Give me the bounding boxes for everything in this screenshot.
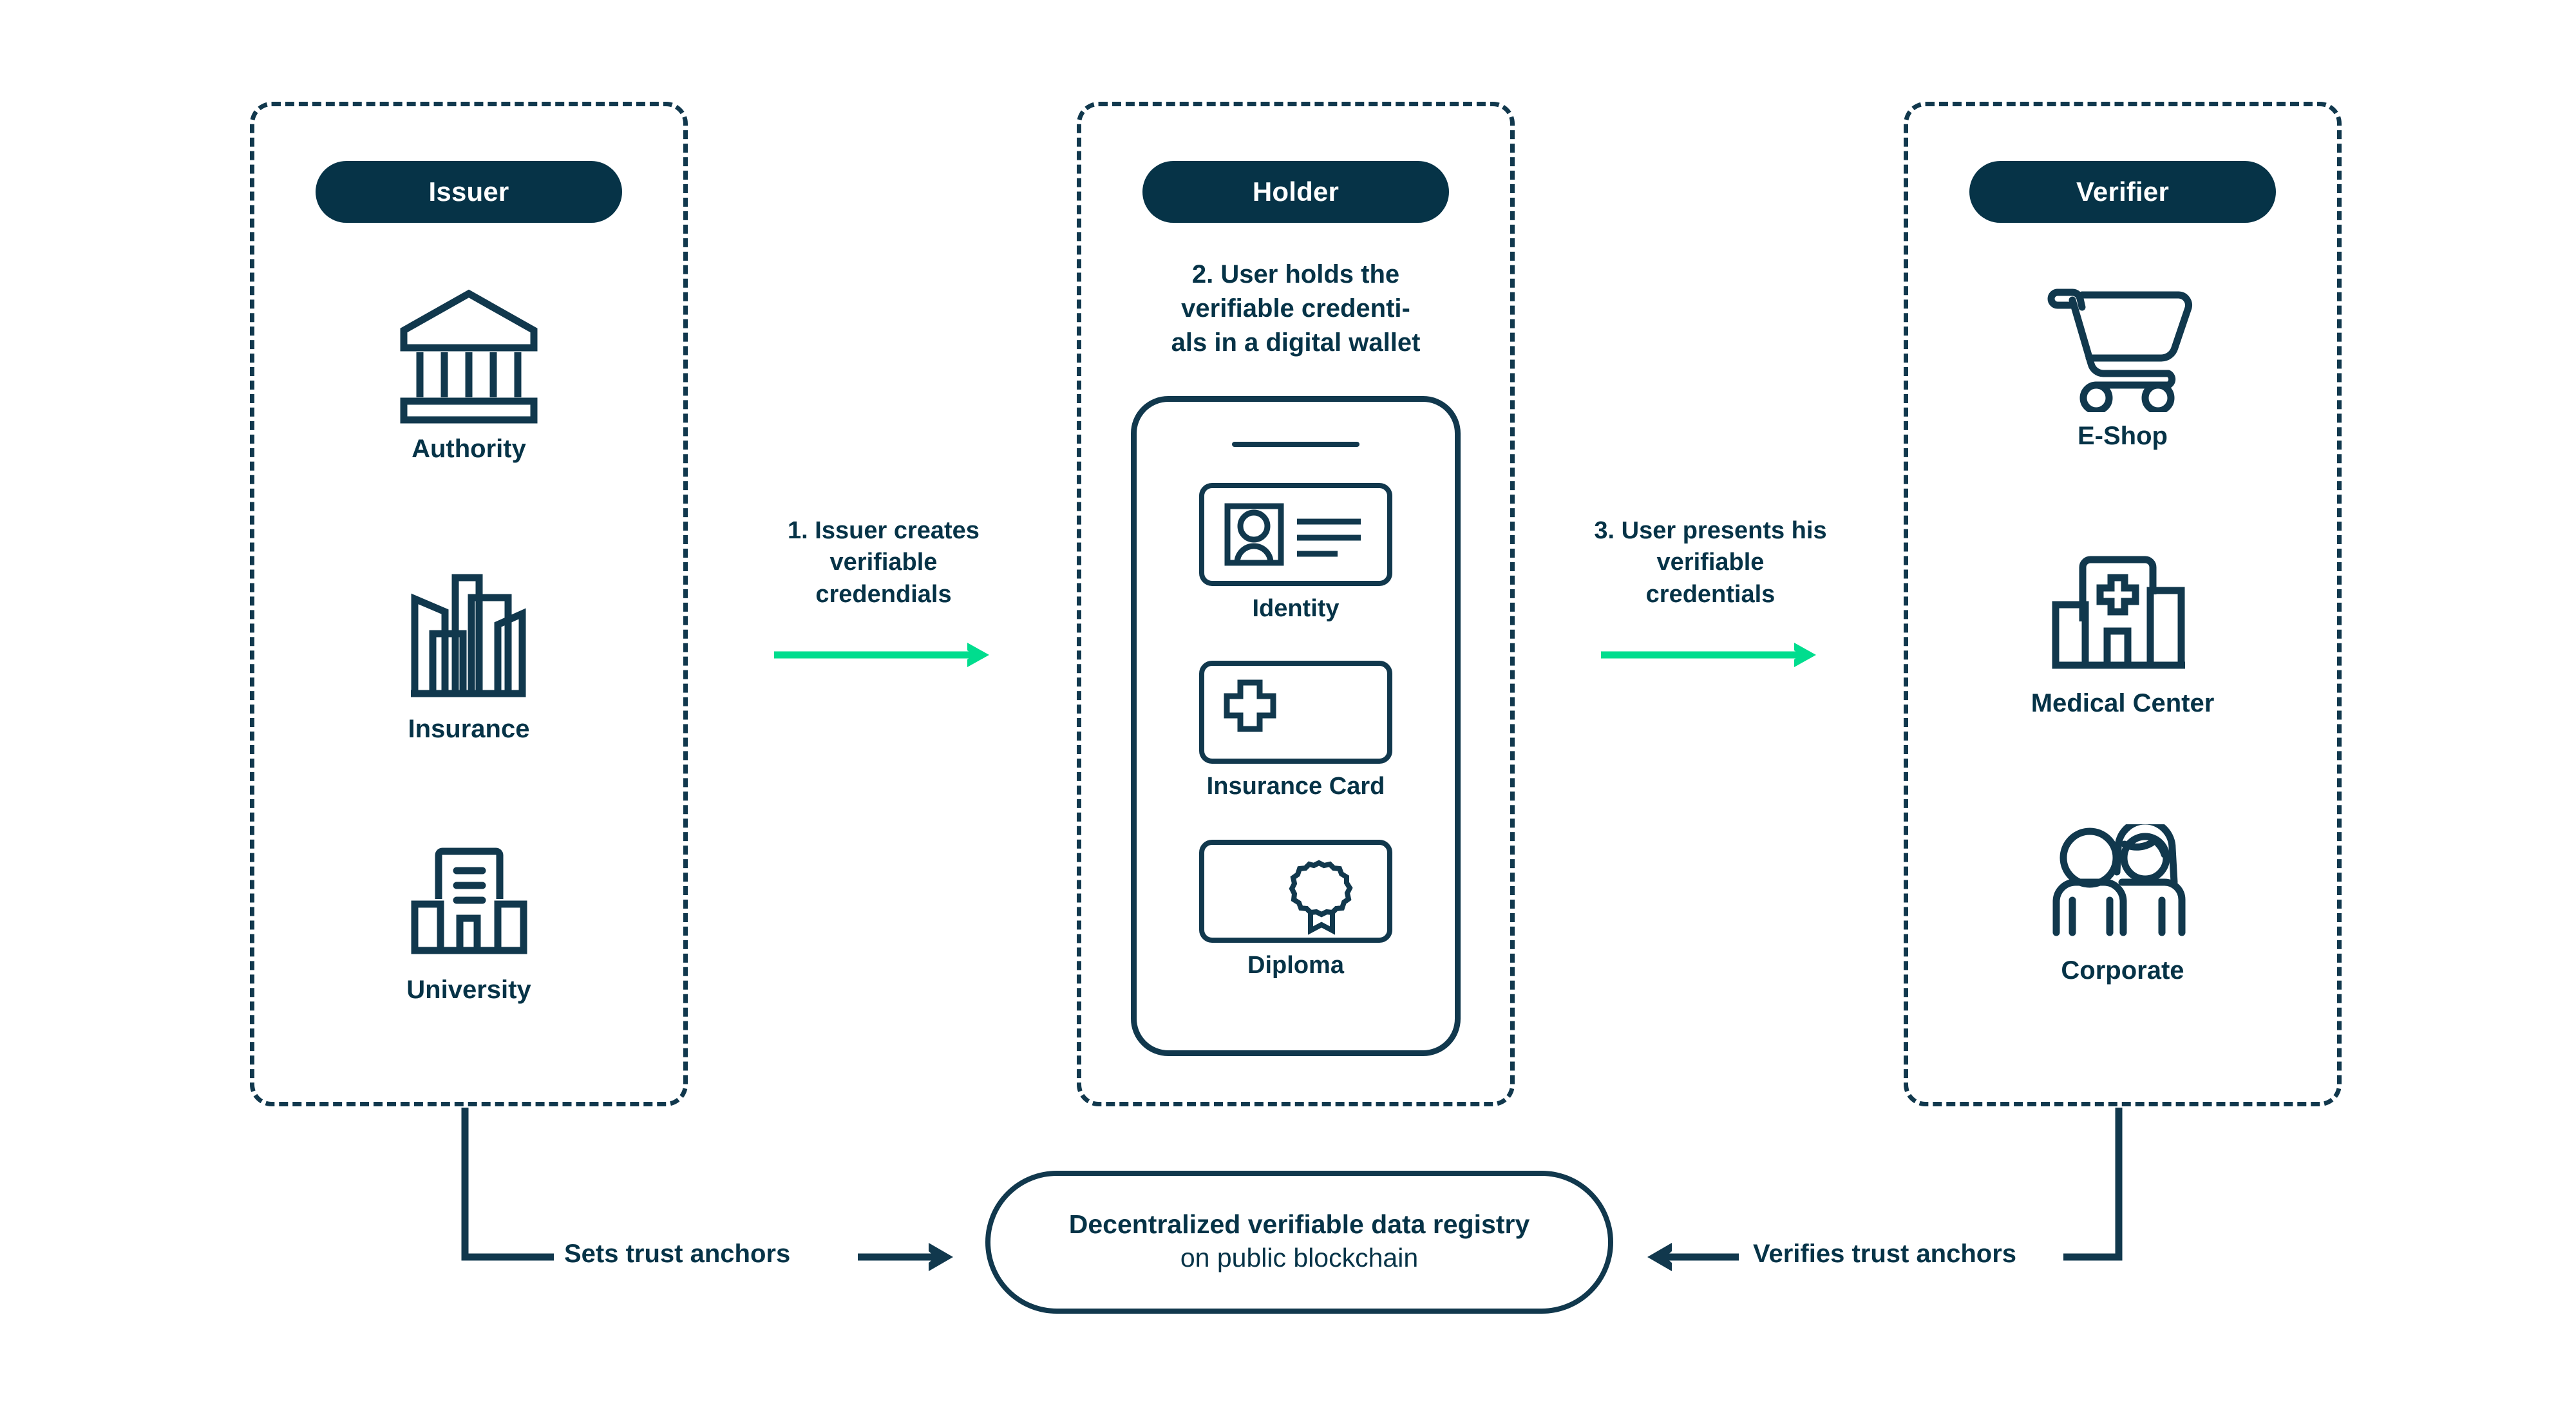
phone-speaker-icon bbox=[1232, 442, 1359, 447]
verifier-pill: Verifier bbox=[1969, 161, 2276, 223]
verifier-entry-corporate: Corporate bbox=[1904, 824, 2342, 986]
issuer-pill-label: Issuer bbox=[428, 176, 509, 207]
issuer-entry-label: Insurance bbox=[408, 715, 530, 743]
credential-label: Insurance Card bbox=[1206, 773, 1385, 800]
holder-pill-label: Holder bbox=[1252, 176, 1340, 207]
sets-trust-anchors-label: Sets trust anchors bbox=[564, 1240, 791, 1268]
step-1-label: 1. Issuer creates verifiable credendials bbox=[788, 517, 980, 608]
issuer-entry-label: University bbox=[406, 976, 531, 1004]
credential-identity: Identity bbox=[1167, 483, 1425, 623]
shopping-cart-icon bbox=[2041, 277, 2205, 412]
verifier-pill-label: Verifier bbox=[2076, 176, 2170, 207]
smartphone-icon: Identity Insurance Card Diploma bbox=[1131, 396, 1461, 1056]
arrow-right-green-icon bbox=[774, 640, 993, 673]
issuer-pill: Issuer bbox=[316, 161, 622, 223]
verifier-entry-eshop: E-Shop bbox=[1904, 277, 2342, 451]
verifies-trust-anchors-label: Verifies trust anchors bbox=[1753, 1240, 2017, 1268]
certificate-seal-card-icon bbox=[1199, 840, 1392, 943]
arrow-right-green-icon bbox=[1601, 640, 1820, 673]
issuer-entry-university: University bbox=[250, 837, 688, 1005]
holder-pill: Holder bbox=[1142, 161, 1449, 223]
university-building-icon bbox=[395, 837, 543, 966]
verifier-entry-label: E-Shop bbox=[2078, 422, 2168, 450]
issuer-entry-label: Authority bbox=[412, 435, 526, 463]
registry-subtitle: on public blockchain bbox=[1180, 1242, 1419, 1272]
two-people-icon bbox=[2042, 824, 2203, 947]
credential-diploma: Diploma bbox=[1167, 840, 1425, 979]
step-3-user-presents: 3. User presents his verifiable credenti… bbox=[1530, 515, 1891, 673]
step-3-label: 3. User presents his verifiable credenti… bbox=[1594, 517, 1827, 608]
credential-label: Diploma bbox=[1247, 952, 1344, 979]
bank-building-icon bbox=[395, 283, 543, 425]
verifier-entry-label: Medical Center bbox=[2031, 689, 2215, 717]
registry-title: Decentralized verifiable data registry bbox=[1068, 1209, 1530, 1239]
issuer-entry-authority: Authority bbox=[250, 283, 688, 464]
issuer-entry-insurance: Insurance bbox=[250, 567, 688, 744]
step-1-issuer-creates: 1. Issuer creates verifiable credendials bbox=[703, 515, 1064, 673]
credential-insurance-card: Insurance Card bbox=[1167, 661, 1425, 800]
id-card-icon bbox=[1199, 483, 1392, 586]
verifier-entry-label: Corporate bbox=[2061, 956, 2184, 985]
city-skyline-icon bbox=[395, 567, 543, 705]
verifier-entry-medical-center: Medical Center bbox=[1904, 551, 2342, 719]
hospital-building-icon bbox=[2042, 551, 2203, 679]
diagram-canvas: Issuer Authority Insurance University Ho… bbox=[0, 0, 2576, 1409]
medical-cross-card-icon bbox=[1199, 661, 1392, 764]
holder-caption: 2. User holds the verifiable credenti- a… bbox=[1171, 260, 1421, 357]
decentralized-registry-node: Decentralized verifiable data registry o… bbox=[985, 1171, 1613, 1314]
credential-label: Identity bbox=[1252, 595, 1340, 622]
